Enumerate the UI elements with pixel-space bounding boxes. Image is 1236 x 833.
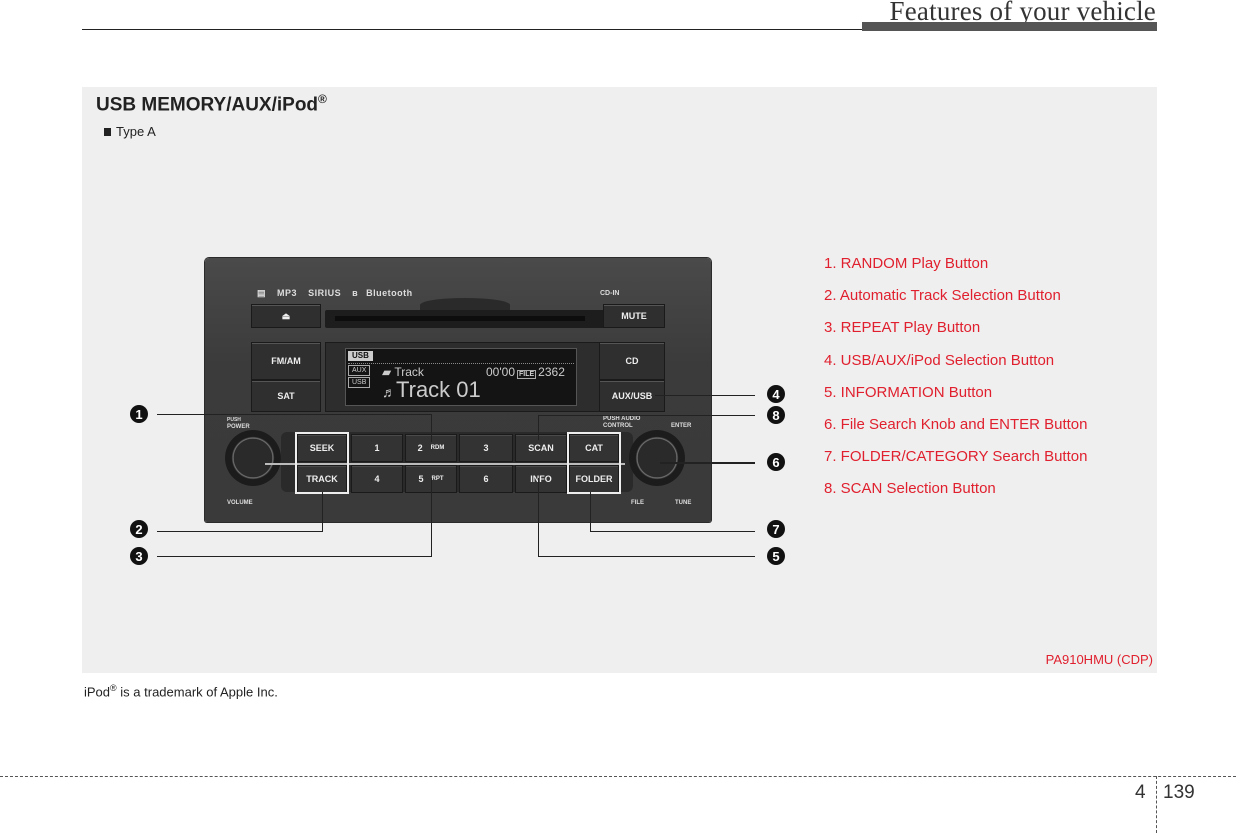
leader-line-1 (431, 414, 432, 442)
highlight-box-seek-track (295, 432, 349, 494)
audio-unit: ▤ MP3 SIRIUS ʙ Bluetooth ⏏ CD-IN MUTE FM/… (205, 258, 711, 522)
enter-label: ENTER (671, 423, 692, 429)
leader-line-7 (590, 492, 591, 532)
callout-8: 8 (767, 406, 785, 424)
leader-line-3 (157, 556, 432, 557)
leader-line-8 (538, 415, 755, 416)
highlight-box-cat-folder (567, 432, 621, 494)
disc-logo-icon: ▤ (257, 288, 267, 298)
cd-button[interactable]: CD (599, 342, 665, 380)
track-name: ♬Track 01 (382, 377, 481, 402)
legend-item: 7. FOLDER/CATEGORY Search Button (824, 448, 1088, 466)
trademark-note: iPod® is a trademark of Apple Inc. (84, 683, 278, 700)
preset-4-button[interactable]: 4 (351, 465, 403, 493)
volume-label: VOLUME (227, 500, 253, 506)
leader-line-4 (655, 395, 755, 396)
play-time: 00'00 FILE 2362 (486, 365, 565, 379)
sat-button[interactable]: SAT (251, 380, 321, 412)
info-button[interactable]: INFO (515, 465, 567, 493)
callout-4: 4 (767, 385, 785, 403)
file-search-knob[interactable] (629, 430, 685, 486)
scan-button[interactable]: SCAN (515, 434, 567, 462)
leader-line-1 (157, 414, 432, 415)
usb-tag: USB (348, 377, 371, 388)
leader-line-3 (431, 478, 432, 556)
aux-usb-button[interactable]: AUX/USB (599, 380, 665, 412)
callout-1: 1 (130, 405, 148, 423)
legend-item: 4. USB/AUX/iPod Selection Button (824, 351, 1055, 369)
leader-line-5 (538, 556, 755, 557)
tune-label: TUNE (675, 500, 692, 506)
callout-2: 2 (130, 520, 148, 538)
legend-item: 8. SCAN Selection Button (824, 480, 996, 498)
logo-strip: ▤ MP3 SIRIUS ʙ Bluetooth (257, 288, 413, 298)
mute-button[interactable]: MUTE (603, 304, 665, 328)
bluetooth-icon: ʙ (352, 288, 359, 298)
preset-1-button[interactable]: 1 (351, 434, 403, 462)
cd-slot (325, 310, 607, 328)
legend-list: 1. RANDOM Play Button 2. Automatic Track… (824, 254, 1087, 512)
footer-rule (0, 776, 1236, 777)
legend-item: 3. REPEAT Play Button (824, 319, 981, 337)
legend-item: 2. Automatic Track Selection Button (824, 287, 1061, 305)
section-title: USB MEMORY/AUX/iPod® (96, 92, 327, 116)
leader-line-2 (157, 531, 323, 532)
type-label: Type A (104, 124, 156, 139)
volume-knob[interactable] (225, 430, 281, 486)
eject-button[interactable]: ⏏ (251, 304, 321, 328)
power-label: PUSH POWER (227, 417, 250, 430)
leader-line-2 (322, 492, 323, 532)
callout-5: 5 (767, 547, 785, 565)
eject-icon: ⏏ (281, 310, 291, 321)
mode-tag: USB (348, 351, 373, 361)
page-number: 139 (1163, 782, 1195, 803)
file-label: FILE (631, 500, 644, 506)
square-bullet-icon (104, 128, 111, 136)
callout-7: 7 (767, 520, 785, 538)
fm-am-button[interactable]: FM/AM (251, 342, 321, 380)
preset-3-button[interactable]: 3 (459, 434, 513, 462)
leader-line-8 (538, 415, 539, 440)
leader-line-6 (660, 462, 755, 464)
aux-tag: AUX (348, 365, 371, 376)
header-bar (862, 22, 1157, 31)
chapter-number: 4 (1135, 782, 1146, 803)
music-note-icon: ♬ (382, 384, 396, 400)
callout-6: 6 (767, 453, 785, 471)
leader-line-5 (538, 478, 539, 556)
figure-code: PA910HMU (CDP) (1045, 652, 1153, 667)
legend-item: 1. RANDOM Play Button (824, 255, 989, 272)
cd-in-indicator: CD-IN (600, 290, 620, 297)
legend-item: 5. INFORMATION Button (824, 383, 993, 401)
lcd-display: USB AUX USB ▰ Track 00'00 FILE 2362 ♬Track… (345, 348, 577, 406)
legend-item: 6. File Search Knob and ENTER Button (824, 415, 1088, 433)
preset-6-button[interactable]: 6 (459, 465, 513, 493)
audio-control-label: PUSH AUDIO CONTROL (603, 416, 641, 429)
leader-line-7 (591, 531, 755, 532)
header-rule (82, 29, 862, 30)
footer-divider (1156, 776, 1157, 833)
callout-3: 3 (130, 547, 148, 565)
